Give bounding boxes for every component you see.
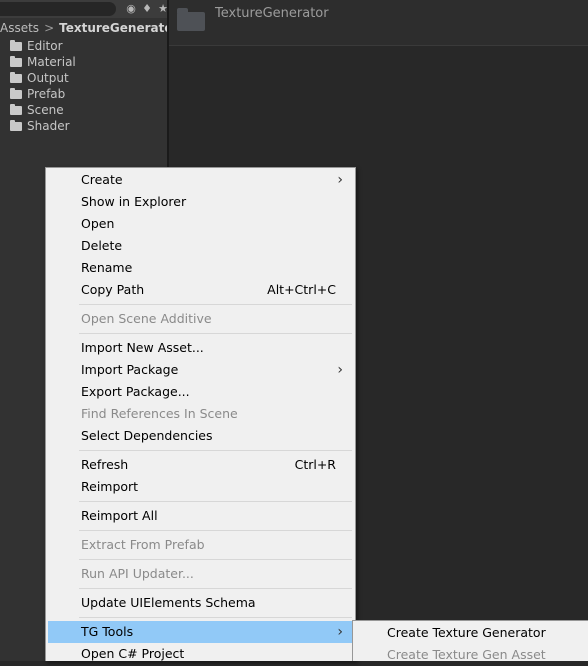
tree-item-label: Material [27,55,76,69]
menu-separator [79,333,352,334]
menu-item-label: Copy Path [81,282,145,297]
project-toolbar: ◉ ♦ ★ [0,0,167,18]
menu-item-shortcut: Alt+Ctrl+C [267,282,336,297]
menu-item-label: Delete [81,238,123,253]
menu-item-open-csharp-project[interactable]: Open C# Project [48,643,353,665]
menu-item-create[interactable]: Create › [48,169,353,191]
chevron-right-icon: › [337,362,343,378]
tree-item-label: Prefab [27,87,66,101]
tree-item-label: Scene [27,103,64,117]
folder-icon [10,103,22,115]
menu-item-label: Reimport [81,479,139,494]
submenu-item-create-texture-generator[interactable]: Create Texture Generator [354,622,588,644]
menu-separator [79,559,352,560]
menu-item-label: Export Package... [81,384,190,399]
tree-item-prefab[interactable]: Prefab [10,86,76,102]
folder-icon [10,39,22,51]
menu-item-update-uielements-schema[interactable]: Update UIElements Schema [48,592,353,614]
menu-item-export-package[interactable]: Export Package... [48,381,353,403]
star-icon[interactable]: ★ [154,1,167,17]
submenu-item-create-texture-gen-asset: Create Texture Gen Asset [354,644,588,666]
tree-item-output[interactable]: Output [10,70,76,86]
menu-item-label: Refresh [81,457,129,472]
tree-item-label: Output [27,71,69,85]
tree-item-label: Editor [27,39,63,53]
menu-item-label: Rename [81,260,133,275]
menu-separator [79,530,352,531]
breadcrumb-root[interactable]: Assets [0,21,39,35]
menu-item-label: Run API Updater... [81,566,194,581]
menu-item-tg-tools[interactable]: TG Tools › [48,621,353,643]
menu-separator [79,501,352,502]
tg-tools-submenu: Create Texture Generator Create Texture … [352,620,588,662]
context-menu: Create › Show in Explorer Open Delete Ren… [45,167,356,661]
folder-icon [177,8,205,31]
menu-separator [79,304,352,305]
chevron-right-icon: › [337,624,343,640]
folder-header: TextureGenerator [169,0,588,46]
menu-separator [79,588,352,589]
menu-item-reimport-all[interactable]: Reimport All [48,505,353,527]
folder-tree: Editor Material Output Prefab Scene Shad… [10,38,76,134]
menu-item-label: Create [81,172,123,187]
menu-item-label: Find References In Scene [81,406,238,421]
menu-separator [79,450,352,451]
menu-item-select-dependencies[interactable]: Select Dependencies [48,425,353,447]
folder-title: TextureGenerator [215,6,329,21]
tree-item-label: Shader [27,119,70,133]
menu-item-extract-from-prefab: Extract From Prefab [48,534,353,556]
menu-item-label: Import New Asset... [81,340,204,355]
breadcrumb-separator: > [44,21,55,35]
menu-item-reimport[interactable]: Reimport [48,476,353,498]
menu-item-label: Update UIElements Schema [81,595,256,610]
folder-icon [10,87,22,99]
folder-icon [10,55,22,67]
tree-item-editor[interactable]: Editor [10,38,76,54]
menu-item-refresh[interactable]: Refresh Ctrl+R [48,454,353,476]
menu-item-label: Create Texture Gen Asset [387,647,546,662]
menu-item-label: Open C# Project [81,646,185,661]
menu-item-shortcut: Ctrl+R [294,457,336,472]
menu-item-label: Open [81,216,115,231]
chevron-right-icon: › [337,172,343,188]
menu-item-label: Select Dependencies [81,428,213,443]
tree-item-material[interactable]: Material [10,54,76,70]
menu-item-rename[interactable]: Rename [48,257,353,279]
tree-item-scene[interactable]: Scene [10,102,76,118]
tree-item-shader[interactable]: Shader [10,118,76,134]
menu-item-label: Create Texture Generator [387,625,546,640]
menu-item-run-api-updater: Run API Updater... [48,563,353,585]
menu-item-import-package[interactable]: Import Package › [48,359,353,381]
folder-icon [10,71,22,83]
menu-separator [79,617,352,618]
menu-item-open-scene-additive: Open Scene Additive [48,308,353,330]
menu-item-show-in-explorer[interactable]: Show in Explorer [48,191,353,213]
menu-item-open[interactable]: Open [48,213,353,235]
menu-item-label: TG Tools [81,624,134,639]
menu-item-delete[interactable]: Delete [48,235,353,257]
menu-item-label: Extract From Prefab [81,537,205,552]
folder-icon [10,119,22,131]
menu-item-label: Show in Explorer [81,194,187,209]
search-field[interactable] [0,2,116,16]
menu-item-import-new-asset[interactable]: Import New Asset... [48,337,353,359]
breadcrumb-current[interactable]: TextureGenerato [59,21,167,35]
menu-item-find-references: Find References In Scene [48,403,353,425]
menu-item-label: Import Package [81,362,179,377]
menu-item-copy-path[interactable]: Copy Path Alt+Ctrl+C [48,279,353,301]
menu-item-label: Reimport All [81,508,158,523]
breadcrumb: Assets > TextureGenerato [0,19,167,37]
menu-item-label: Open Scene Additive [81,311,212,326]
